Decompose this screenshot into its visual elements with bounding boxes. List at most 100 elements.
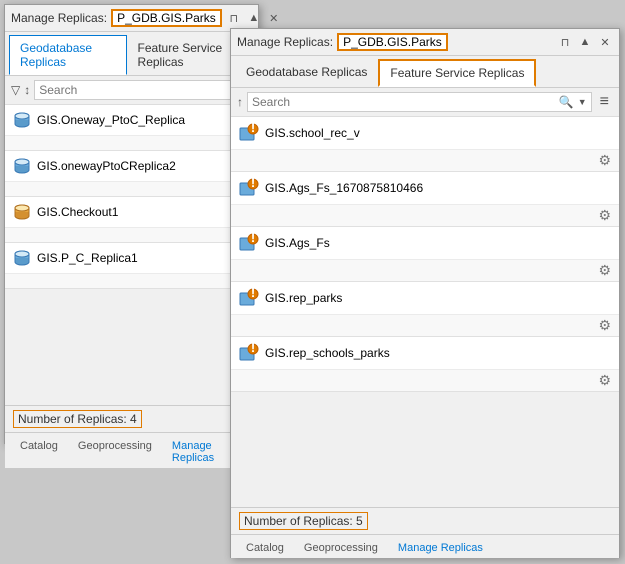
bottom-tab-catalog-1[interactable]: Catalog	[11, 436, 67, 468]
title-bar-1: Manage Replicas: P_GDB.GIS.Parks ⊓ ▲ ✕	[5, 5, 258, 32]
search-input-1[interactable]	[39, 83, 247, 97]
replica-row[interactable]: ! GIS.school_rec_v	[231, 117, 619, 149]
search-icon-2[interactable]: 🔍	[559, 95, 574, 109]
tab-geodatabase-2[interactable]: Geodatabase Replicas	[235, 59, 378, 87]
toolbar-1: ▽ ↕	[5, 76, 258, 105]
filter-icon-1: ▽	[11, 83, 20, 97]
replica-list-1: GIS.Oneway_PtoC_Replica ▼ GIS.onewayPtoC…	[5, 105, 258, 405]
dropdown-arrow-icon-2[interactable]: ▼	[578, 97, 587, 107]
title-db-2: P_GDB.GIS.Parks	[337, 33, 448, 51]
svg-text:!: !	[251, 233, 255, 245]
list-item: ! GIS.school_rec_v ⚙	[231, 117, 619, 172]
bottom-tab-geoprocessing-1[interactable]: Geoprocessing	[69, 436, 161, 468]
window-controls-1: ⊓ ▲ ✕	[226, 10, 282, 26]
replica-sub-row: ▼	[5, 181, 258, 196]
replica-name: GIS.Ags_Fs_1670875810466	[265, 181, 423, 195]
list-item: GIS.Checkout1 ▼	[5, 197, 258, 243]
list-item: GIS.Oneway_PtoC_Replica ▼	[5, 105, 258, 151]
list-item: GIS.P_C_Replica1 ▼	[5, 243, 258, 289]
db-replica-icon	[13, 203, 31, 221]
replica-name: GIS.Oneway_PtoC_Replica	[37, 113, 185, 127]
gear-icon[interactable]: ⚙	[598, 317, 611, 334]
db-replica-icon	[13, 157, 31, 175]
replica-sub-row: ⚙	[231, 149, 619, 171]
gear-icon[interactable]: ⚙	[598, 207, 611, 224]
replica-row[interactable]: ! GIS.Ags_Fs_1670875810466	[231, 172, 619, 204]
window-1: Manage Replicas: P_GDB.GIS.Parks ⊓ ▲ ✕ G…	[4, 4, 259, 444]
replica-sub-row: ⚙	[231, 259, 619, 281]
replica-sub-row: ⚙	[231, 314, 619, 336]
db-replica-icon	[13, 249, 31, 267]
menu-icon-2[interactable]: ≡	[596, 93, 613, 111]
sort-icon-1: ↕	[24, 83, 30, 97]
bottom-tabs-2: Catalog Geoprocessing Manage Replicas	[231, 534, 619, 558]
window-controls-2: ⊓ ▲ ✕	[557, 34, 613, 50]
fs-replica-icon: !	[239, 178, 259, 198]
tabs-bar-2: Geodatabase Replicas Feature Service Rep…	[231, 56, 619, 88]
bottom-tab-manage-2[interactable]: Manage Replicas	[389, 538, 492, 558]
db-replica-icon	[13, 111, 31, 129]
list-item: ! GIS.Ags_Fs ⚙	[231, 227, 619, 282]
replica-sub-row: ⚙	[231, 204, 619, 226]
sort-icon-2: ↑	[237, 95, 243, 109]
replica-name: GIS.rep_schools_parks	[265, 346, 390, 360]
title-prefix-1: Manage Replicas:	[11, 11, 107, 25]
svg-text:!: !	[251, 288, 255, 300]
tab-geodatabase-1[interactable]: Geodatabase Replicas	[9, 35, 127, 75]
replica-sub-row: ▼	[5, 227, 258, 242]
replica-row[interactable]: GIS.Checkout1	[5, 197, 258, 227]
title-prefix-2: Manage Replicas:	[237, 35, 333, 49]
gear-icon[interactable]: ⚙	[598, 262, 611, 279]
window-2: Manage Replicas: P_GDB.GIS.Parks ⊓ ▲ ✕ G…	[230, 28, 620, 558]
replica-name: GIS.school_rec_v	[265, 126, 360, 140]
title-bar-2: Manage Replicas: P_GDB.GIS.Parks ⊓ ▲ ✕	[231, 29, 619, 56]
replica-sub-row: ▼	[5, 273, 258, 288]
status-bar-1: Number of Replicas: 4	[5, 405, 258, 432]
close-button-1[interactable]: ✕	[266, 10, 282, 26]
tab-feature-2[interactable]: Feature Service Replicas	[378, 59, 536, 87]
replica-name: GIS.P_C_Replica1	[37, 251, 138, 265]
fs-replica-icon: !	[239, 233, 259, 253]
replica-name: GIS.Ags_Fs	[265, 236, 330, 250]
replica-row[interactable]: ! GIS.Ags_Fs	[231, 227, 619, 259]
replica-row[interactable]: GIS.P_C_Replica1	[5, 243, 258, 273]
replica-list-2: ! GIS.school_rec_v ⚙ ! GIS.Ags_Fs_167087…	[231, 117, 619, 507]
list-item: ! GIS.rep_parks ⚙	[231, 282, 619, 337]
bottom-tab-catalog-2[interactable]: Catalog	[237, 538, 293, 558]
gear-icon[interactable]: ⚙	[598, 372, 611, 389]
list-item: GIS.onewayPtoCReplica2 ▼	[5, 151, 258, 197]
replica-row[interactable]: GIS.onewayPtoCReplica2	[5, 151, 258, 181]
bottom-tab-geoprocessing-2[interactable]: Geoprocessing	[295, 538, 387, 558]
pin-button-2[interactable]: ⊓	[557, 34, 573, 50]
replica-name: GIS.rep_parks	[265, 291, 342, 305]
fs-replica-icon: !	[239, 288, 259, 308]
close-button-2[interactable]: ✕	[597, 34, 613, 50]
search-bar-1	[34, 80, 252, 100]
toolbar-2: ↑ 🔍 ▼ ≡	[231, 88, 619, 117]
svg-text:!: !	[251, 123, 255, 135]
status-bar-2: Number of Replicas: 5	[231, 507, 619, 534]
title-db-1: P_GDB.GIS.Parks	[111, 9, 222, 27]
gear-icon[interactable]: ⚙	[598, 152, 611, 169]
replica-count-2: Number of Replicas: 5	[239, 512, 368, 530]
replica-count-1: Number of Replicas: 4	[13, 410, 142, 428]
replica-row[interactable]: ! GIS.rep_schools_parks	[231, 337, 619, 369]
replica-name: GIS.onewayPtoCReplica2	[37, 159, 176, 173]
replica-name: GIS.Checkout1	[37, 205, 118, 219]
svg-text:!: !	[251, 178, 255, 190]
search-input-2[interactable]	[252, 95, 555, 109]
minimize-button-2[interactable]: ▲	[577, 34, 593, 50]
replica-row[interactable]: ! GIS.rep_parks	[231, 282, 619, 314]
fs-replica-icon: !	[239, 343, 259, 363]
search-bar-2: 🔍 ▼	[247, 92, 592, 112]
svg-text:!: !	[251, 343, 255, 355]
pin-button-1[interactable]: ⊓	[226, 10, 242, 26]
tabs-bar-1: Geodatabase Replicas Feature Service Rep…	[5, 32, 258, 76]
replica-sub-row: ▼	[5, 135, 258, 150]
fs-replica-icon: !	[239, 123, 259, 143]
replica-row[interactable]: GIS.Oneway_PtoC_Replica	[5, 105, 258, 135]
list-item: ! GIS.Ags_Fs_1670875810466 ⚙	[231, 172, 619, 227]
list-item: ! GIS.rep_schools_parks ⚙	[231, 337, 619, 392]
replica-sub-row: ⚙	[231, 369, 619, 391]
minimize-button-1[interactable]: ▲	[246, 10, 262, 26]
